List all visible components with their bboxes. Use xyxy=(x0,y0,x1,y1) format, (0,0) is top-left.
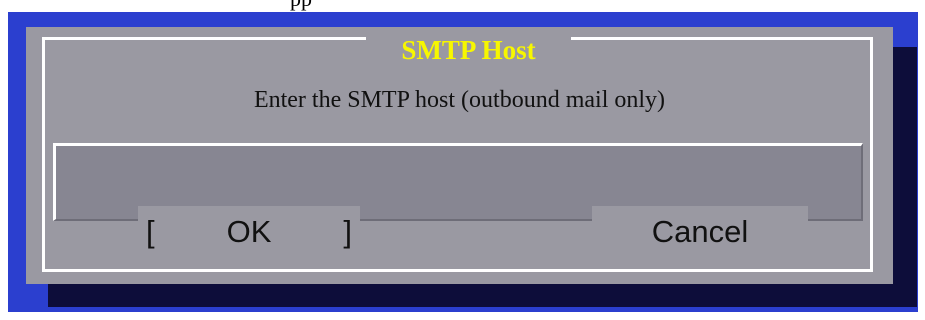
cancel-button-label: Cancel xyxy=(651,214,749,249)
ok-button[interactable]: [ OK ] xyxy=(138,206,360,258)
ok-button-label: OK xyxy=(226,214,272,249)
dialog-title: SMTP Host xyxy=(401,34,536,65)
truncated-text: pp xyxy=(290,0,312,12)
dialog-title-box: SMTP Host xyxy=(366,32,571,68)
dialog-prompt: Enter the SMTP host (outbound mail only) xyxy=(253,87,666,113)
ok-bracket-right: ] xyxy=(343,214,352,249)
top-strip: pp xyxy=(0,0,925,12)
smtp-host-dialog: SMTP Host Enter the SMTP host (outbound … xyxy=(26,27,893,284)
ok-bracket-left: [ xyxy=(146,214,155,249)
cancel-button[interactable]: Cancel xyxy=(592,206,808,258)
